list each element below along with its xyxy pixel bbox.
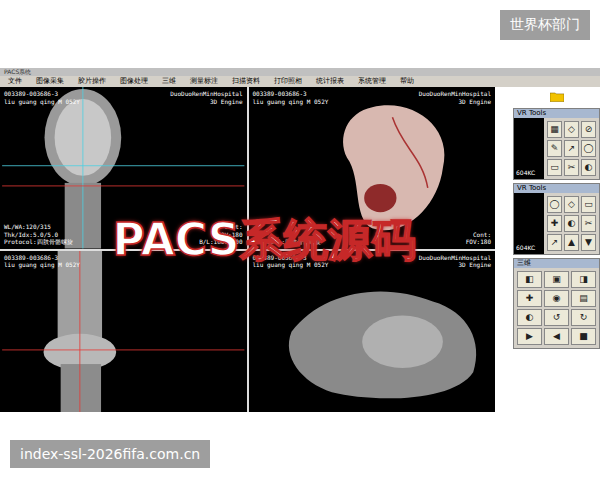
tool-button[interactable]: ↻	[571, 309, 596, 326]
tool-button[interactable]: ✂	[564, 159, 579, 176]
tool-button[interactable]: ◯	[581, 140, 596, 157]
menu-item[interactable]: 统计报表	[316, 77, 344, 86]
menu-item[interactable]: 扫描资料	[232, 77, 260, 86]
tool-button[interactable]: ✚	[547, 215, 562, 232]
pacs-window: PACS系统文件图像采集胶片操作图像处理三维测量标注扫描资料打印照相统计报表系统…	[0, 68, 600, 412]
title-bar: PACS系统	[0, 68, 600, 76]
menu-item[interactable]: 帮助	[400, 77, 414, 86]
category-badge: 世界杯部门	[500, 10, 590, 40]
panel-title: 三维	[514, 259, 599, 268]
tool-button[interactable]: ◇	[564, 196, 579, 213]
tool-button[interactable]: ▼	[581, 234, 596, 251]
tool-panel: 三维 ◧▣◨ ✚◉▤ ◐↺↻ ▶◀■	[513, 258, 600, 349]
menu-item[interactable]: 图像处理	[120, 77, 148, 86]
panel-side: 604KC	[514, 193, 544, 254]
tool-button[interactable]: ◐	[517, 309, 542, 326]
viewport-info: 003389-003686-3liu guang qing M 052Y	[4, 90, 80, 105]
tool-button[interactable]: ▣	[544, 271, 569, 288]
tool-button[interactable]: ✎	[547, 140, 562, 157]
menu-item[interactable]: 文件	[8, 77, 22, 86]
tool-button[interactable]: ▭	[581, 196, 596, 213]
tool-button[interactable]: ◐	[564, 215, 579, 232]
tool-button[interactable]: ◨	[571, 271, 596, 288]
tool-button[interactable]: ◀	[544, 328, 569, 345]
tool-button[interactable]: ▲	[564, 234, 579, 251]
menu-item[interactable]: 测量标注	[190, 77, 218, 86]
tool-button[interactable]: ↺	[544, 309, 569, 326]
tool-panel: VR Tools604KC◯◇▭ ✚◐✂ ↗▲▼	[513, 183, 600, 255]
tool-button[interactable]: ◇	[564, 121, 579, 138]
tool-button[interactable]: ■	[571, 328, 596, 345]
menu-item[interactable]: 三维	[162, 77, 176, 86]
viewport[interactable]: 003389-003686-3liu guang qing M 052Y	[0, 251, 247, 413]
tool-button[interactable]: ✚	[517, 290, 542, 307]
footer-area: index-ssl-2026fifa.com.cn	[0, 412, 600, 480]
source-url: index-ssl-2026fifa.com.cn	[10, 440, 210, 468]
folder-icon[interactable]	[550, 91, 564, 102]
viewport-info: DuoDuoRenMinHospital3D Engine	[170, 90, 242, 105]
tool-button[interactable]: ◐	[581, 159, 596, 176]
tool-button[interactable]: ↗	[547, 234, 562, 251]
panel-title: VR Tools	[514, 109, 599, 118]
tool-button[interactable]: ↗	[564, 140, 579, 157]
tool-panel: VR Tools604KC▦◇⊘ ✎↗◯ ▭✂◐	[513, 108, 600, 180]
menu-item[interactable]: 图像采集	[36, 77, 64, 86]
tool-button[interactable]: ▭	[547, 159, 562, 176]
viewport[interactable]: 003389-003686-3liu guang qing M 052YDuoD…	[249, 251, 496, 413]
viewport-info: Cont:FOV:180	[466, 231, 491, 246]
tool-strip	[495, 87, 600, 105]
tool-button[interactable]: ▦	[547, 121, 562, 138]
menu-bar: 文件 图像采集 胶片操作 图像处理 三维 测量标注 扫描资料 打印照相 统计报表 系统管理 帮助	[0, 76, 600, 87]
menu-item[interactable]: 胶片操作	[78, 77, 106, 86]
tool-column: VR Tools604KC▦◇⊘✎↗◯▭✂◐VR Tools604KC◯◇▭✚◐…	[495, 87, 600, 412]
panel-side: 604KC	[514, 118, 544, 179]
tool-button[interactable]: ◧	[517, 271, 542, 288]
tool-button[interactable]: ▤	[571, 290, 596, 307]
viewport-info: DuoDuoRenMinHospital3D Engine	[419, 90, 491, 105]
viewport-info: 003389-003686-3liu guang qing M 052Y	[4, 254, 80, 269]
tool-button[interactable]: ▶	[517, 328, 542, 345]
menu-item[interactable]: 系统管理	[358, 77, 386, 86]
panel-title: VR Tools	[514, 184, 599, 193]
menu-item[interactable]: 打印照相	[274, 77, 302, 86]
tool-button[interactable]: ⊘	[581, 121, 596, 138]
page: 世界杯部门PACS系统文件图像采集胶片操作图像处理三维测量标注扫描资料打印照相统…	[0, 0, 600, 480]
bone-grey-render	[249, 251, 496, 413]
tool-button[interactable]: ◯	[547, 196, 562, 213]
header-area: 世界杯部门	[0, 0, 600, 68]
tool-button[interactable]: ◉	[544, 290, 569, 307]
viewport-info: 003389-003686-3liu guang qing M 052Y	[253, 90, 329, 105]
knee-sagittal-image	[0, 251, 247, 413]
viewport-info: WL/WA:120/315Thk/Idx:5.0/5.0Protocol:四肢骨…	[4, 223, 73, 246]
tool-button[interactable]: ✂	[581, 215, 596, 232]
overlay-title: PACS系统源码	[112, 211, 415, 270]
viewport-info: DuoDuoRenMinHospital3D Engine	[419, 254, 491, 269]
